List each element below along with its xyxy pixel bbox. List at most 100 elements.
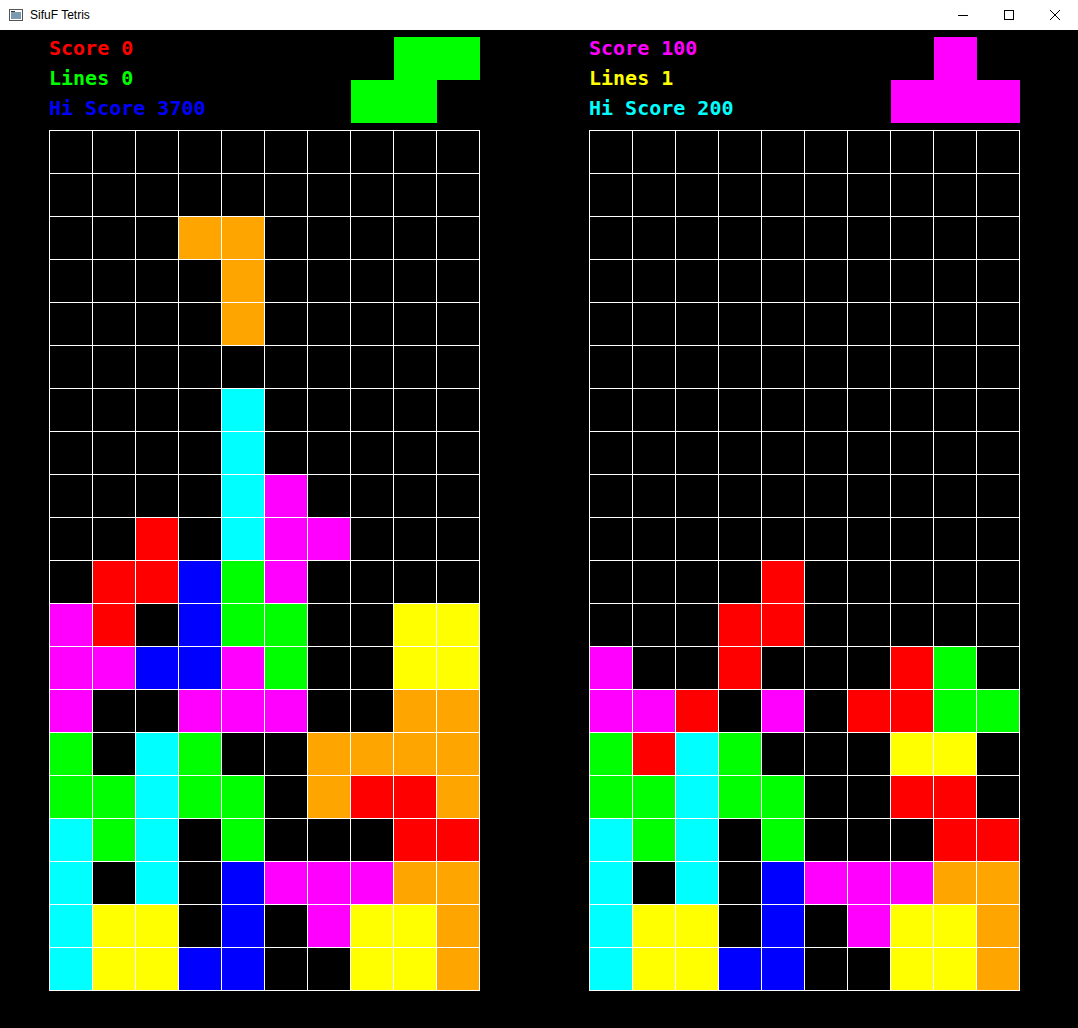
board-cell xyxy=(308,518,350,560)
board-cell xyxy=(265,604,307,646)
board-cell xyxy=(222,776,264,818)
board-cell xyxy=(136,475,178,517)
board-cell xyxy=(676,346,718,388)
board-cell xyxy=(308,733,350,775)
board-cell xyxy=(437,260,479,302)
board-cell xyxy=(437,389,479,431)
board-cell xyxy=(179,862,221,904)
board-cell xyxy=(308,561,350,603)
board-cell xyxy=(590,346,632,388)
board-cell xyxy=(222,905,264,947)
board-cell xyxy=(136,217,178,259)
board-cell xyxy=(676,647,718,689)
board-cell xyxy=(719,518,761,560)
board-cell xyxy=(351,604,393,646)
board-cell xyxy=(437,690,479,732)
board-cell xyxy=(308,604,350,646)
board-cell xyxy=(891,561,933,603)
board-cell xyxy=(136,690,178,732)
board-cell xyxy=(590,303,632,345)
board-cell xyxy=(93,432,135,474)
board-cell xyxy=(977,862,1019,904)
board-cell xyxy=(351,217,393,259)
board-cell xyxy=(222,690,264,732)
board-cell xyxy=(977,647,1019,689)
board-cell xyxy=(308,260,350,302)
board-cell xyxy=(222,217,264,259)
board xyxy=(49,130,480,991)
board-cell xyxy=(633,518,675,560)
board-cell xyxy=(437,346,479,388)
player-header: Score 0Lines 0Hi Score 3700 xyxy=(49,30,480,130)
board-cell xyxy=(394,905,436,947)
board-cell xyxy=(934,905,976,947)
board-cell xyxy=(934,862,976,904)
board-cell xyxy=(762,346,804,388)
board-cell xyxy=(633,776,675,818)
board-cell xyxy=(351,690,393,732)
board-cell xyxy=(805,131,847,173)
board-cell xyxy=(222,862,264,904)
board-cell xyxy=(934,217,976,259)
board-cell xyxy=(222,819,264,861)
maximize-button[interactable] xyxy=(986,0,1032,30)
preview-cell xyxy=(891,37,934,80)
board-cell xyxy=(977,776,1019,818)
board-cell xyxy=(437,733,479,775)
board-cell xyxy=(891,174,933,216)
board-cell xyxy=(437,131,479,173)
board-cell xyxy=(891,690,933,732)
board-cell xyxy=(762,604,804,646)
stats: Score 0Lines 0Hi Score 3700 xyxy=(49,30,206,123)
board-cell xyxy=(719,604,761,646)
board-cell xyxy=(179,432,221,474)
board-cell xyxy=(136,819,178,861)
board-cell xyxy=(394,432,436,474)
board-cell xyxy=(93,690,135,732)
board-cell xyxy=(805,518,847,560)
board-cell xyxy=(50,174,92,216)
close-button[interactable] xyxy=(1032,0,1078,30)
board-cell xyxy=(590,647,632,689)
board-cell xyxy=(891,518,933,560)
board-cell xyxy=(265,948,307,990)
preview-cell xyxy=(977,37,1020,80)
board-cell xyxy=(633,862,675,904)
board-cell xyxy=(394,690,436,732)
board-cell xyxy=(222,733,264,775)
board-cell xyxy=(676,733,718,775)
board-cell xyxy=(222,518,264,560)
board-cell xyxy=(762,948,804,990)
stat-label: Hi Score 3700 xyxy=(49,93,206,123)
board-cell xyxy=(136,303,178,345)
board-cell xyxy=(394,561,436,603)
board-cell xyxy=(179,948,221,990)
board-cell xyxy=(719,260,761,302)
board-cell xyxy=(265,733,307,775)
board-cell xyxy=(265,389,307,431)
board-cell xyxy=(805,303,847,345)
board-cell xyxy=(50,389,92,431)
minimize-button[interactable] xyxy=(940,0,986,30)
board-cell xyxy=(590,561,632,603)
board-cell xyxy=(934,174,976,216)
board-cell xyxy=(265,690,307,732)
board-cell xyxy=(136,905,178,947)
board-cell xyxy=(805,905,847,947)
board-cell xyxy=(308,217,350,259)
board-cell xyxy=(351,475,393,517)
board-cell xyxy=(308,819,350,861)
board-cell xyxy=(179,217,221,259)
board-cell xyxy=(437,647,479,689)
board-cell xyxy=(93,303,135,345)
board-cell xyxy=(977,174,1019,216)
board-cell xyxy=(179,776,221,818)
board-cell xyxy=(891,217,933,259)
board-cell xyxy=(437,604,479,646)
board-cell xyxy=(50,948,92,990)
game-area: Score 0Lines 0Hi Score 3700Score 100Line… xyxy=(0,30,1078,1028)
board-cell xyxy=(222,948,264,990)
board-cell xyxy=(633,303,675,345)
board-cell xyxy=(805,475,847,517)
board-cell xyxy=(977,217,1019,259)
